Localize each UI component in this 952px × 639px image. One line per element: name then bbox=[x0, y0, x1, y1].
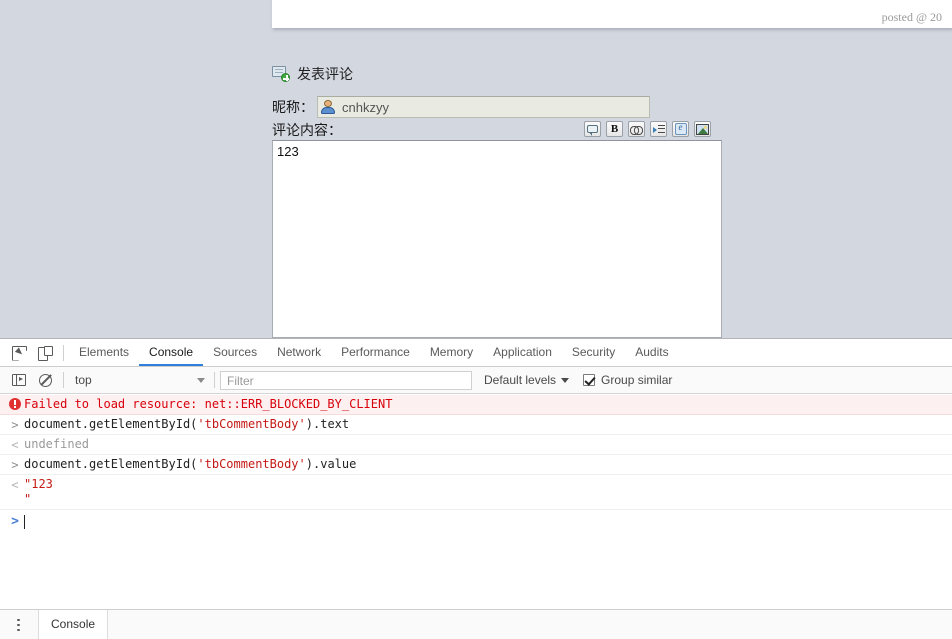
tab-performance[interactable]: Performance bbox=[331, 339, 420, 366]
console-input-code: document.getElementById('tbCommentBody')… bbox=[24, 457, 356, 472]
webpage-viewport: posted @ 20 发表评论 昵称： cnhkzyy 评论内容： B 123 bbox=[0, 0, 952, 338]
console-output-value: "123 " bbox=[24, 477, 53, 506]
log-levels-select[interactable]: Default levels bbox=[484, 373, 570, 387]
nickname-label: 昵称： bbox=[272, 100, 314, 116]
error-icon bbox=[9, 398, 21, 410]
tab-security[interactable]: Security bbox=[562, 339, 625, 366]
execution-context-value: top bbox=[75, 373, 92, 387]
comment-body-textarea[interactable]: 123 bbox=[272, 140, 722, 338]
console-prompt[interactable]: > bbox=[0, 510, 952, 531]
console-row-input[interactable]: > document.getElementById('tbCommentBody… bbox=[0, 455, 952, 475]
tab-application[interactable]: Application bbox=[483, 339, 562, 366]
group-similar-label: Group similar bbox=[601, 373, 673, 387]
chevron-down-icon bbox=[561, 377, 570, 383]
post-meta: posted @ 20 bbox=[881, 10, 942, 24]
prompt-chevron-icon: > bbox=[11, 514, 19, 529]
tab-elements[interactable]: Elements bbox=[69, 339, 139, 366]
clear-console-icon[interactable] bbox=[32, 367, 58, 393]
nickname-field-row: 昵称： cnhkzyy bbox=[272, 96, 650, 118]
console-row-error[interactable]: Failed to load resource: net::ERR_BLOCKE… bbox=[0, 395, 952, 415]
tab-network[interactable]: Network bbox=[267, 339, 331, 366]
console-filter-input[interactable]: Filter bbox=[220, 370, 472, 390]
log-levels-label: Default levels bbox=[484, 373, 557, 387]
post-card: posted @ 20 bbox=[272, 0, 952, 28]
input-chevron-icon: > bbox=[11, 418, 19, 432]
link-icon[interactable] bbox=[628, 121, 645, 137]
output-chevron-icon: < bbox=[11, 478, 19, 492]
nickname-value: cnhkzyy bbox=[342, 99, 389, 115]
code-prefix: document.getElementById( bbox=[24, 457, 198, 471]
group-similar-toggle[interactable]: Group similar bbox=[583, 373, 672, 387]
comment-section-title: 发表评论 bbox=[297, 67, 353, 83]
execution-context-select[interactable]: top bbox=[69, 371, 209, 390]
console-filterbar: top Filter Default levels Group similar bbox=[0, 367, 952, 394]
group-similar-checkbox[interactable] bbox=[583, 374, 596, 386]
output-chevron-icon: < bbox=[11, 438, 19, 452]
console-row-output[interactable]: < "123 " bbox=[0, 475, 952, 510]
editor-toolbar: B bbox=[584, 121, 711, 137]
add-comment-icon bbox=[272, 66, 290, 82]
console-row-input[interactable]: > document.getElementById('tbCommentBody… bbox=[0, 415, 952, 435]
console-log-list[interactable]: Failed to load resource: net::ERR_BLOCKE… bbox=[0, 395, 952, 608]
tab-console[interactable]: Console bbox=[139, 339, 204, 366]
row-gutter: > bbox=[6, 457, 24, 472]
tab-audits[interactable]: Audits bbox=[625, 339, 678, 366]
console-error-text: Failed to load resource: net::ERR_BLOCKE… bbox=[24, 397, 393, 411]
user-avatar-icon bbox=[320, 99, 336, 115]
console-output-value: undefined bbox=[24, 437, 90, 451]
row-gutter: > bbox=[6, 417, 24, 432]
comment-section-header: 发表评论 bbox=[272, 64, 353, 84]
toggle-device-toolbar-icon[interactable] bbox=[32, 340, 58, 366]
code-prefix: document.getElementById( bbox=[24, 417, 198, 431]
comment-body-label: 评论内容： bbox=[272, 123, 342, 139]
filterbar-divider-2 bbox=[214, 372, 215, 388]
image-icon[interactable] bbox=[694, 121, 711, 137]
row-gutter bbox=[6, 397, 24, 410]
row-gutter: < bbox=[6, 477, 24, 492]
inspect-element-icon[interactable] bbox=[6, 340, 32, 366]
devtools-tabbar: Elements Console Sources Network Perform… bbox=[0, 339, 952, 367]
bold-icon[interactable]: B bbox=[606, 121, 623, 137]
code-string: 'tbCommentBody' bbox=[197, 417, 306, 431]
more-options-icon[interactable] bbox=[10, 617, 26, 633]
console-input-code: document.getElementById('tbCommentBody')… bbox=[24, 417, 349, 432]
filterbar-divider-1 bbox=[63, 372, 64, 388]
drawer-tab-console[interactable]: Console bbox=[38, 610, 109, 639]
tab-sources[interactable]: Sources bbox=[203, 339, 267, 366]
console-row-output[interactable]: < undefined bbox=[0, 435, 952, 455]
code-suffix: ).text bbox=[305, 417, 350, 431]
tab-memory[interactable]: Memory bbox=[420, 339, 483, 366]
code-string: 'tbCommentBody' bbox=[197, 457, 306, 471]
emoji-icon[interactable] bbox=[672, 121, 689, 137]
console-sidebar-icon[interactable] bbox=[6, 367, 32, 393]
quote-icon[interactable] bbox=[584, 121, 601, 137]
input-chevron-icon: > bbox=[11, 458, 19, 472]
chevron-down-icon bbox=[197, 377, 205, 383]
row-gutter: < bbox=[6, 437, 24, 452]
devtools-panel: Elements Console Sources Network Perform… bbox=[0, 338, 952, 639]
toolbar-divider bbox=[63, 344, 64, 361]
indent-icon[interactable] bbox=[650, 121, 667, 137]
nickname-input[interactable]: cnhkzyy bbox=[317, 96, 650, 118]
text-cursor bbox=[24, 515, 25, 529]
devtools-drawer: Console bbox=[0, 609, 952, 639]
code-suffix: ).value bbox=[305, 457, 357, 471]
